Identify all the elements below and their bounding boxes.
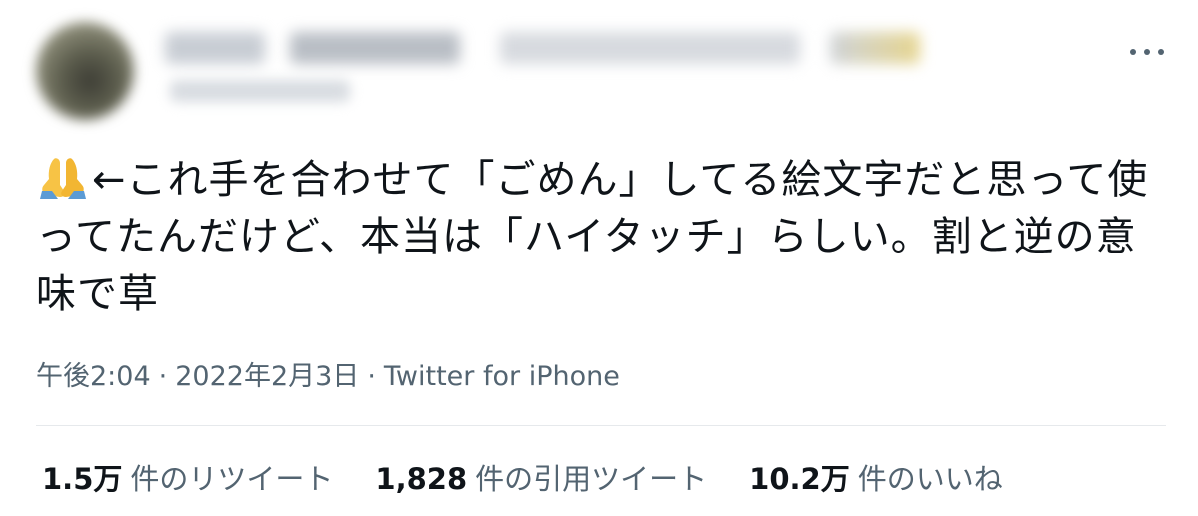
display-name-blurred: [165, 32, 265, 64]
retweet-count: 1.5万: [42, 462, 123, 496]
tweet-text: ←これ手を合わせて「ごめん」してる絵文字だと思って使ってたんだけど、本当は「ハイ…: [36, 152, 1166, 323]
divider: [36, 425, 1166, 426]
quote-label: 件の引用ツイート: [475, 462, 708, 496]
quotes-stat[interactable]: 1,828 件の引用ツイート: [375, 456, 707, 498]
separator: ·: [158, 361, 168, 392]
tweet-body: ←これ手を合わせて「ごめん」してる絵文字だと思って使ってたんだけど、本当は「ハイ…: [36, 157, 1149, 317]
avatar[interactable]: [36, 22, 134, 120]
quote-count: 1,828: [375, 462, 468, 496]
display-name-blurred: [290, 32, 460, 64]
more-options-icon[interactable]: [1130, 40, 1164, 64]
retweet-label: 件のリツイート: [130, 462, 334, 496]
user-handle-blurred: [170, 80, 350, 102]
tweet-source[interactable]: Twitter for iPhone: [384, 361, 620, 392]
display-name-blurred: [500, 32, 800, 64]
like-label: 件のいいね: [857, 462, 1003, 496]
tweet-time[interactable]: 午後2:04: [36, 361, 151, 392]
display-name-blurred: [830, 32, 920, 64]
folded-hands-icon: [40, 158, 86, 199]
retweets-stat[interactable]: 1.5万 件のリツイート: [42, 456, 333, 498]
tweet-stats: 1.5万 件のリツイート 1,828 件の引用ツイート 10.2万 件のいいね: [42, 456, 1045, 498]
tweet-card: ←これ手を合わせて「ごめん」してる絵文字だと思って使ってたんだけど、本当は「ハイ…: [0, 0, 1198, 516]
like-count: 10.2万: [749, 462, 850, 496]
likes-stat[interactable]: 10.2万 件のいいね: [749, 456, 1003, 498]
tweet-date[interactable]: 2022年2月3日: [175, 361, 359, 392]
separator: ·: [367, 361, 376, 392]
tweet-metadata: 午後2:04 · 2022年2月3日 · Twitter for iPhone: [36, 354, 620, 393]
